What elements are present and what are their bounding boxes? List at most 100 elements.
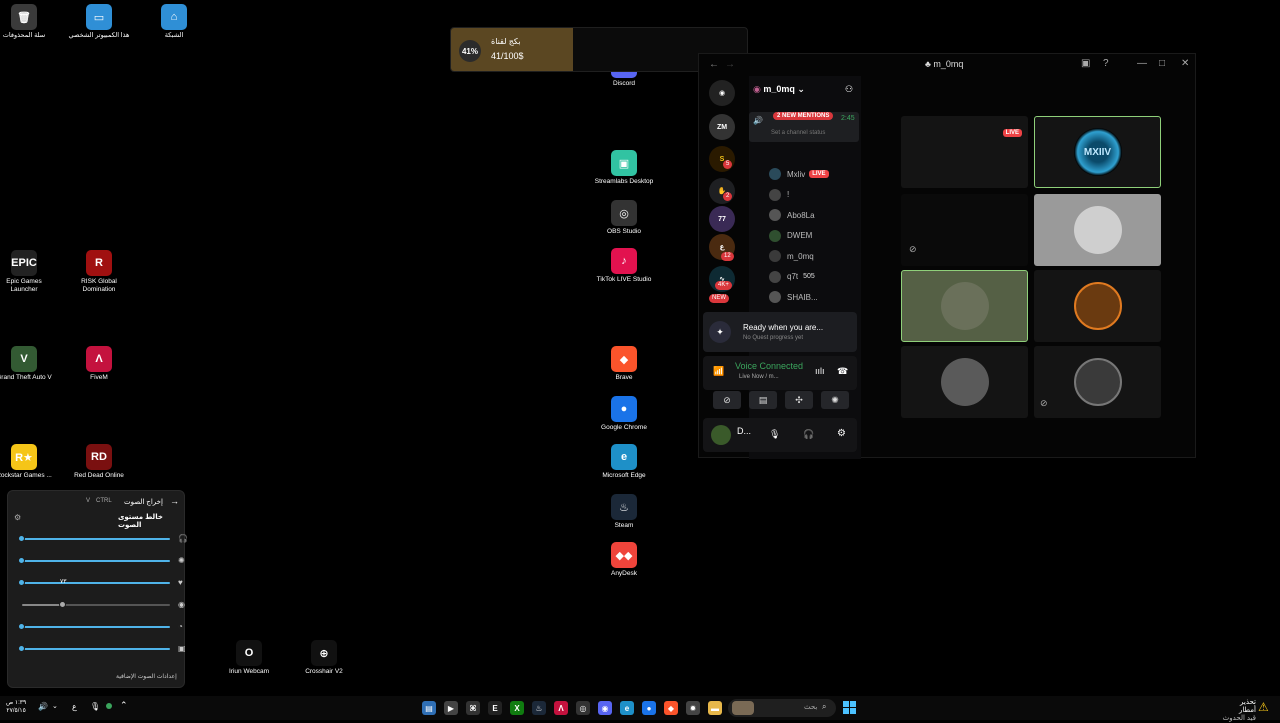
- effects-button[interactable]: ✺: [821, 391, 849, 409]
- discord-home-icon[interactable]: ◉: [709, 80, 735, 106]
- chevron-down-icon[interactable]: ⌄: [52, 702, 58, 710]
- screen-icon[interactable]: ▣: [1081, 58, 1090, 69]
- slider-thumb[interactable]: [18, 579, 25, 586]
- desktop-icon-rockstar[interactable]: R★ Rockstar Games ...: [0, 444, 56, 480]
- server-77[interactable]: 77: [709, 206, 735, 232]
- obs-icon[interactable]: ◎: [576, 701, 590, 715]
- discord-window[interactable]: ← → ♣ m_0mq ▣ ? — □ ✕ ◉ ZM S 5 ✋ 2 77 ع …: [698, 53, 1196, 459]
- video-tile[interactable]: [901, 346, 1028, 418]
- desktop-icon-edge[interactable]: e Microsoft Edge: [592, 444, 656, 480]
- desktop-icon-anydesk[interactable]: ◆◆ AnyDesk: [592, 542, 656, 578]
- steam-icon[interactable]: ♨: [532, 701, 546, 715]
- video-tile[interactable]: [1034, 270, 1161, 342]
- desktop-icon-rdo[interactable]: RD Red Dead Online: [67, 444, 131, 480]
- server-avatar[interactable]: ✋: [709, 178, 735, 204]
- video-tile[interactable]: ⊘: [901, 194, 1028, 266]
- member-row[interactable]: Mxliv LIVE: [769, 166, 859, 182]
- volume-slider[interactable]: ✺: [18, 556, 186, 566]
- video-tile[interactable]: MXIIV: [1034, 116, 1161, 188]
- server-soon[interactable]: S: [709, 146, 735, 172]
- desktop-icon-chrome[interactable]: ● Google Chrome: [592, 396, 656, 432]
- desktop-icon-obs[interactable]: ◎ OBS Studio: [592, 200, 656, 236]
- slider-thumb[interactable]: [18, 645, 25, 652]
- volume-icon[interactable]: 🔊: [38, 702, 48, 711]
- slider-thumb[interactable]: [18, 623, 25, 630]
- clock[interactable]: ١:٣٩ ص ٢٧/٥/١٥: [6, 699, 26, 715]
- file-explorer-icon[interactable]: ▤: [422, 701, 436, 715]
- language-indicator[interactable]: ع: [72, 702, 77, 711]
- volume-slider[interactable]: ◔: [18, 622, 186, 632]
- chrome-icon[interactable]: ●: [642, 701, 656, 715]
- screen-share-button[interactable]: ▤: [749, 391, 777, 409]
- settings-icon[interactable]: ⚙: [837, 428, 846, 439]
- server-zmno[interactable]: ZM: [709, 114, 735, 140]
- desktop-icon-steam[interactable]: ♨ Steam: [592, 494, 656, 530]
- member-row[interactable]: Abo8La: [769, 207, 859, 223]
- minimize-icon[interactable]: —: [1137, 58, 1147, 69]
- disconnect-icon[interactable]: ☎: [837, 366, 848, 377]
- activities-button[interactable]: ✣: [785, 391, 813, 409]
- desktop-icon-recycle[interactable]: 🗑 سلة المحذوفات: [0, 4, 56, 40]
- voice-title[interactable]: Voice Connected: [735, 361, 803, 371]
- soundboard-icon[interactable]: ıılı: [815, 366, 825, 376]
- desktop-icon-brave[interactable]: ◆ Brave: [592, 346, 656, 382]
- channel-status[interactable]: Set a channel status: [771, 130, 825, 136]
- edge-icon[interactable]: e: [620, 701, 634, 715]
- epic-icon[interactable]: E: [488, 701, 502, 715]
- server-header[interactable]: ◉ m_0mq ⌄: [753, 84, 805, 95]
- weather-widget[interactable]: تحذير أمطار قيد الحدوث: [1222, 699, 1256, 723]
- brave-icon[interactable]: ◆: [664, 701, 678, 715]
- video-tile[interactable]: LIVE: [901, 116, 1028, 188]
- back-arrow-icon[interactable]: →: [170, 496, 179, 506]
- slider-thumb[interactable]: [18, 535, 25, 542]
- volume-slider[interactable]: 🎧: [18, 534, 188, 544]
- forward-arrow-icon[interactable]: →: [725, 59, 735, 70]
- member-row[interactable]: q7t 505: [769, 269, 859, 285]
- desktop-icon-crosshair[interactable]: ⊕ Crosshair V2: [292, 640, 356, 676]
- slider-thumb[interactable]: [18, 557, 25, 564]
- member-row[interactable]: SHAIB...: [769, 289, 859, 305]
- discord-icon[interactable]: ◉: [598, 701, 612, 715]
- voice-sub[interactable]: Live Now / m...: [739, 374, 779, 380]
- desktop-icon-iriun[interactable]: O Iriun Webcam: [217, 640, 281, 676]
- member-row[interactable]: m_0mq: [769, 248, 859, 264]
- desktop-icon-tiktok[interactable]: ♪ TikTok LIVE Studio: [592, 248, 656, 284]
- add-member-icon[interactable]: ⚇: [845, 84, 853, 95]
- volume-slider[interactable]: ♥: [18, 578, 186, 588]
- chevron-up-icon[interactable]: ⌃: [120, 700, 128, 711]
- desktop-icon-network[interactable]: ⌂ الشبكة: [142, 4, 206, 40]
- mic-icon[interactable]: 🎙: [769, 429, 780, 440]
- volume-slider[interactable]: ▣: [18, 644, 186, 654]
- headset-icon[interactable]: 🎧: [803, 429, 814, 440]
- volume-slider[interactable]: ◉: [18, 600, 186, 610]
- more-settings-link[interactable]: إعدادات الصوت الإضافية: [116, 673, 177, 680]
- search-box[interactable]: بحث ⌕: [728, 699, 836, 717]
- maximize-icon[interactable]: □: [1159, 58, 1165, 69]
- xbox-icon[interactable]: X: [510, 701, 524, 715]
- slider-thumb[interactable]: [59, 601, 66, 608]
- desktop-icon-epic[interactable]: EPIC Epic Games Launcher: [0, 250, 56, 294]
- voice-channel-active[interactable]: 🔊 2 NEW MENTIONS 2:45 Set a channel stat…: [749, 112, 859, 142]
- video-tile[interactable]: [901, 270, 1028, 342]
- video-tile[interactable]: [1034, 194, 1161, 266]
- mentions-banner[interactable]: 2 NEW MENTIONS: [773, 112, 834, 120]
- member-row[interactable]: DWEM: [769, 228, 859, 244]
- new-pill[interactable]: NEW: [709, 294, 729, 303]
- user-avatar[interactable]: [711, 425, 731, 445]
- desktop-icon-fivem[interactable]: Λ FiveM: [67, 346, 131, 382]
- start-icon[interactable]: [843, 701, 856, 714]
- back-arrow-icon[interactable]: ←: [709, 59, 719, 70]
- media-player-icon[interactable]: ▶: [444, 701, 458, 715]
- desktop-icon-streamlabs[interactable]: ▣ Streamlabs Desktop: [592, 150, 656, 186]
- camera-off-button[interactable]: ⊘: [713, 391, 741, 409]
- fivem-icon[interactable]: Λ: [554, 701, 568, 715]
- desktop-icon-thispc[interactable]: ▭ هذا الكمبيوتر الشخصي: [67, 4, 131, 40]
- terminal-icon[interactable]: ⌘: [466, 701, 480, 715]
- video-tile[interactable]: ⊘: [1034, 346, 1161, 418]
- steelseries-icon[interactable]: ✹: [686, 701, 700, 715]
- help-icon[interactable]: ?: [1103, 58, 1109, 69]
- member-row[interactable]: !: [769, 187, 859, 203]
- desktop-icon-risk[interactable]: R RISK Global Domination: [67, 250, 131, 294]
- output-label[interactable]: إخراج الصوت: [124, 498, 163, 506]
- close-icon[interactable]: ✕: [1181, 58, 1189, 69]
